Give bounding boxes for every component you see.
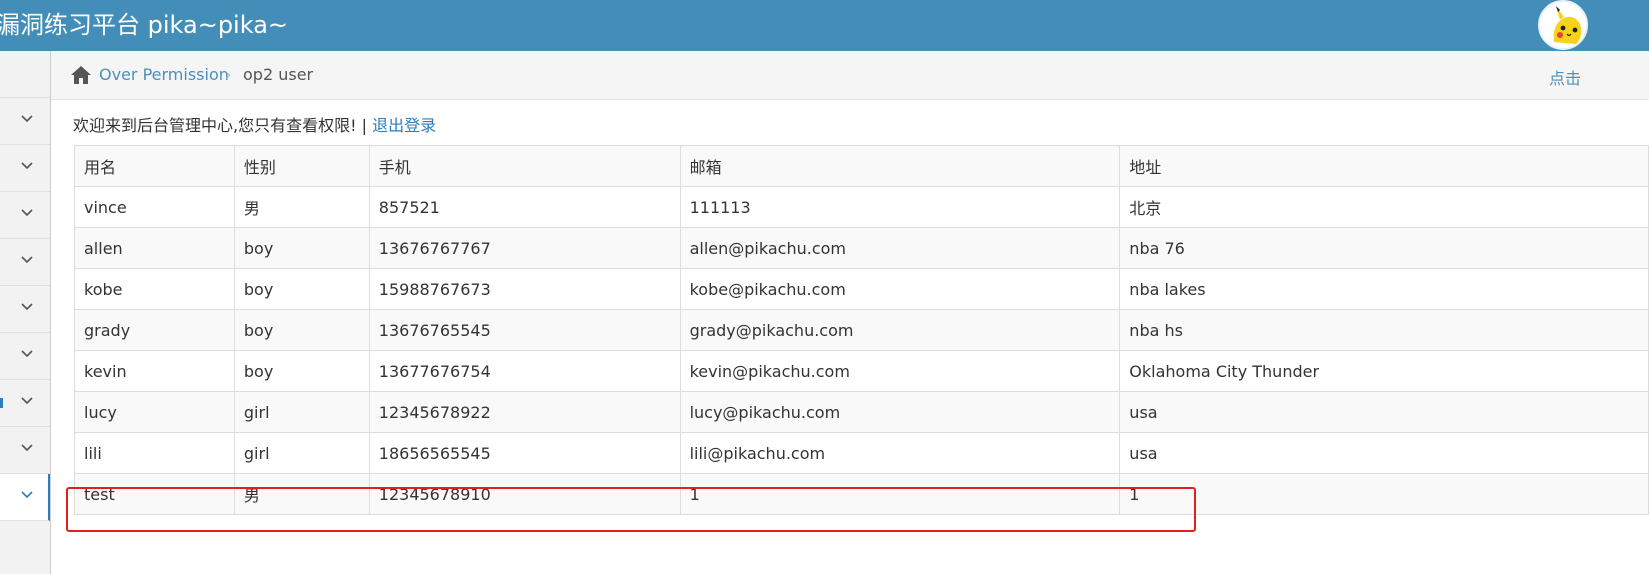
breadcrumb: Over Permission › op2 user 点击	[51, 51, 1649, 100]
cell-gender: girl	[233, 432, 370, 474]
sidebar-item-8[interactable]	[0, 427, 50, 474]
cell-gender: boy	[233, 268, 370, 310]
table-row: lili girl 18656565545 lili@pikachu.com u…	[74, 432, 1649, 474]
cell-username: grady	[74, 309, 235, 351]
sidebar-item-5[interactable]	[0, 286, 50, 333]
table-row: grady boy 13676765545 grady@pikachu.com …	[74, 309, 1649, 351]
breadcrumb-separator: ›	[225, 65, 232, 84]
home-icon	[71, 66, 91, 84]
sidebar-item-2[interactable]	[0, 145, 50, 192]
table-row: allen boy 13676767767 allen@pikachu.com …	[74, 227, 1649, 269]
breadcrumb-right-link[interactable]: 点击	[1549, 65, 1581, 89]
cell-phone: 13677676754	[368, 350, 681, 392]
chevron-down-icon	[21, 491, 33, 499]
chevron-down-icon	[21, 397, 33, 405]
column-header-gender: 性别	[233, 145, 370, 187]
chevron-down-icon	[21, 444, 33, 452]
cell-email: kobe@pikachu.com	[679, 268, 1121, 310]
cell-address: usa	[1119, 391, 1649, 433]
cell-address: nba 76	[1119, 227, 1649, 269]
column-header-address: 地址	[1119, 145, 1649, 187]
cell-email: lili@pikachu.com	[679, 432, 1121, 474]
cell-phone: 13676765545	[368, 309, 681, 351]
cell-username: lili	[74, 432, 235, 474]
chevron-down-icon	[21, 350, 33, 358]
cell-gender: boy	[233, 309, 370, 351]
sidebar-item-7[interactable]	[0, 380, 50, 427]
cell-gender: boy	[233, 227, 370, 269]
cell-email: kevin@pikachu.com	[679, 350, 1121, 392]
cell-phone: 13676767767	[368, 227, 681, 269]
cell-address: nba hs	[1119, 309, 1649, 351]
brand-title[interactable]: 漏洞练习平台 pika~pika~	[0, 7, 288, 43]
chevron-down-icon	[21, 162, 33, 170]
breadcrumb-current: op2 user	[243, 65, 314, 84]
cell-gender: boy	[233, 350, 370, 392]
cell-gender: girl	[233, 391, 370, 433]
table-header-row: 用名 性别 手机 邮箱 地址	[74, 145, 1649, 187]
welcome-text: 欢迎来到后台管理中心,您只有查看权限! |	[73, 116, 373, 135]
welcome-message: 欢迎来到后台管理中心,您只有查看权限! | 退出登录	[73, 112, 436, 136]
cell-gender: 男	[233, 186, 370, 228]
cell-address: 北京	[1119, 186, 1649, 228]
cell-username: kobe	[74, 268, 235, 310]
chevron-down-icon	[21, 303, 33, 311]
sidebar-marker	[0, 398, 3, 408]
highlight-annotation-box	[66, 487, 1196, 532]
cell-email: lucy@pikachu.com	[679, 391, 1121, 433]
chevron-down-icon	[21, 209, 33, 217]
sidebar-item-1[interactable]	[0, 98, 50, 145]
chevron-down-icon	[21, 115, 33, 123]
table-row: kobe boy 15988767673 kobe@pikachu.com nb…	[74, 268, 1649, 310]
table-row: lucy girl 12345678922 lucy@pikachu.com u…	[74, 391, 1649, 433]
cell-username: lucy	[74, 391, 235, 433]
user-table: 用名 性别 手机 邮箱 地址 vince 男 857521 111113 北京 …	[74, 145, 1649, 515]
sidebar-item-4[interactable]	[0, 239, 50, 286]
chevron-down-icon	[21, 256, 33, 264]
logout-link[interactable]: 退出登录	[372, 116, 436, 135]
breadcrumb-link-over-permission[interactable]: Over Permission	[99, 65, 229, 84]
sidebar-item-6[interactable]	[0, 333, 50, 380]
cell-phone: 15988767673	[368, 268, 681, 310]
cell-username: vince	[74, 186, 235, 228]
top-navbar: 漏洞练习平台 pika~pika~	[0, 0, 1649, 51]
pikachu-avatar-icon[interactable]	[1538, 0, 1588, 50]
cell-phone: 857521	[368, 186, 681, 228]
cell-email: grady@pikachu.com	[679, 309, 1121, 351]
column-header-email: 邮箱	[679, 145, 1121, 187]
sidebar-item-3[interactable]	[0, 192, 50, 239]
cell-username: kevin	[74, 350, 235, 392]
cell-phone: 12345678922	[368, 391, 681, 433]
cell-address: 1	[1119, 473, 1649, 515]
sidebar-item-over-permission[interactable]	[0, 474, 50, 521]
cell-address: Oklahoma City Thunder	[1119, 350, 1649, 392]
column-header-username: 用名	[74, 145, 235, 187]
cell-address: nba lakes	[1119, 268, 1649, 310]
cell-username: allen	[74, 227, 235, 269]
cell-address: usa	[1119, 432, 1649, 474]
table-row: kevin boy 13677676754 kevin@pikachu.com …	[74, 350, 1649, 392]
column-header-phone: 手机	[368, 145, 681, 187]
table-row: vince 男 857521 111113 北京	[74, 186, 1649, 228]
cell-email: allen@pikachu.com	[679, 227, 1121, 269]
cell-phone: 18656565545	[368, 432, 681, 474]
cell-email: 111113	[679, 186, 1121, 228]
sidebar	[0, 51, 51, 574]
sidebar-top-item[interactable]	[0, 51, 50, 98]
